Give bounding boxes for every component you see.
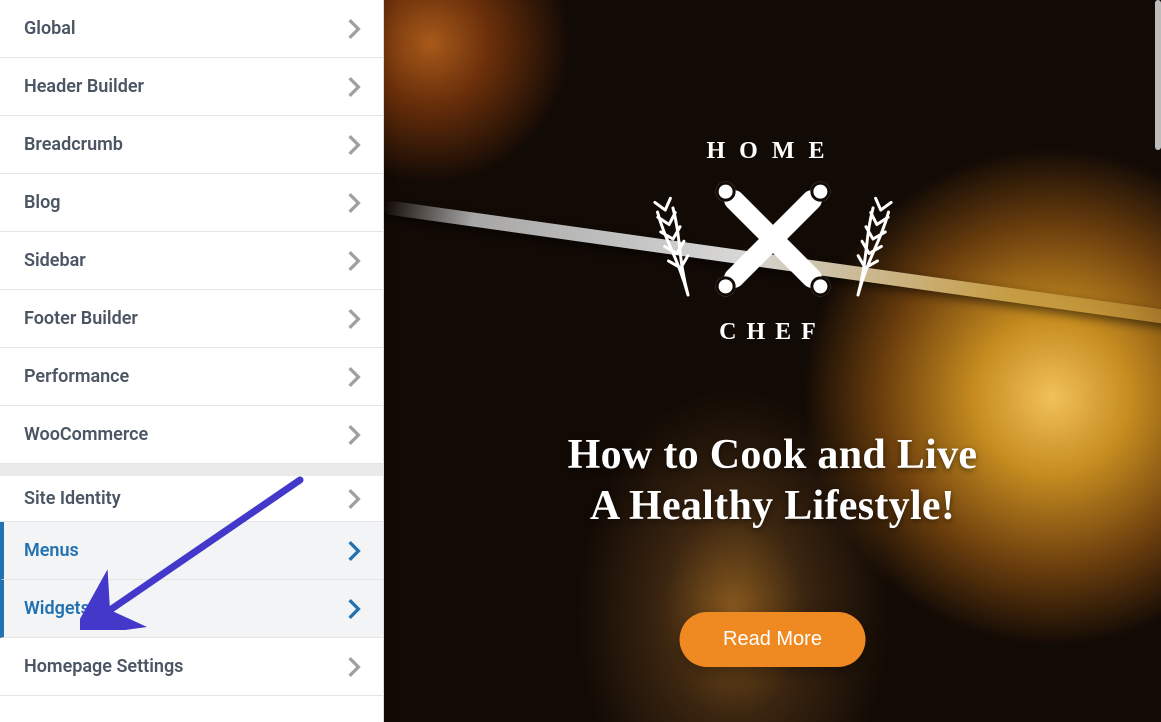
- sidebar-item-label: Footer Builder: [24, 308, 138, 329]
- sidebar-item-label: WooCommerce: [24, 424, 148, 445]
- logo-text-top: HOME: [707, 138, 839, 165]
- sidebar-item-performance[interactable]: Performance: [0, 348, 383, 406]
- sidebar-item-breadcrumb[interactable]: Breadcrumb: [0, 116, 383, 174]
- chevron-right-icon: [347, 250, 361, 272]
- chevron-right-icon: [347, 656, 361, 678]
- sidebar-item-site-identity[interactable]: Site Identity: [0, 464, 383, 522]
- customizer-sidebar: Global Header Builder Breadcrumb Blog Si…: [0, 0, 384, 722]
- sidebar-item-label: Menus: [24, 540, 79, 561]
- sidebar-item-label: Performance: [24, 366, 129, 387]
- hero-line-2: A Healthy Lifestyle!: [590, 483, 955, 529]
- logo-text-bottom: CHEF: [719, 319, 826, 346]
- hero-line-1: How to Cook and Live: [568, 432, 978, 478]
- chevron-right-icon: [347, 76, 361, 98]
- chevron-right-icon: [347, 192, 361, 214]
- sidebar-item-label: Breadcrumb: [24, 134, 123, 155]
- sidebar-item-menus[interactable]: Menus: [0, 522, 383, 580]
- chevron-right-icon: [347, 18, 361, 40]
- sidebar-item-sidebar[interactable]: Sidebar: [0, 232, 383, 290]
- sidebar-item-label: Sidebar: [24, 250, 86, 271]
- chevron-right-icon: [347, 488, 361, 510]
- sidebar-item-global[interactable]: Global: [0, 0, 383, 58]
- sidebar-item-woocommerce[interactable]: WooCommerce: [0, 406, 383, 464]
- sidebar-item-header-builder[interactable]: Header Builder: [0, 58, 383, 116]
- chevron-right-icon: [347, 134, 361, 156]
- sidebar-item-widgets[interactable]: Widgets: [0, 580, 383, 638]
- wheat-right-icon: [843, 177, 901, 300]
- sidebar-item-blog[interactable]: Blog: [0, 174, 383, 232]
- logo-mark: [703, 169, 843, 309]
- chevron-right-icon: [347, 308, 361, 330]
- sidebar-item-homepage-settings[interactable]: Homepage Settings: [0, 638, 383, 696]
- read-more-button[interactable]: Read More: [679, 612, 866, 667]
- chevron-right-icon: [347, 598, 361, 620]
- site-preview: HOME CHEF How to Cook and Live A Healthy…: [384, 0, 1161, 722]
- chevron-right-icon: [347, 366, 361, 388]
- sidebar-item-label: Widgets: [24, 598, 90, 619]
- sidebar-item-label: Header Builder: [24, 76, 144, 97]
- wheat-left-icon: [643, 177, 701, 300]
- sidebar-item-label: Blog: [24, 192, 61, 213]
- sidebar-item-footer-builder[interactable]: Footer Builder: [0, 290, 383, 348]
- preview-scrollbar[interactable]: [1155, 0, 1161, 150]
- site-logo: HOME CHEF: [668, 130, 878, 380]
- chevron-right-icon: [347, 424, 361, 446]
- sidebar-item-label: Global: [24, 18, 76, 39]
- sidebar-item-label: Homepage Settings: [24, 656, 183, 677]
- hero-heading: How to Cook and Live A Healthy Lifestyle…: [384, 430, 1161, 532]
- chevron-right-icon: [347, 540, 361, 562]
- sidebar-item-label: Site Identity: [24, 488, 121, 509]
